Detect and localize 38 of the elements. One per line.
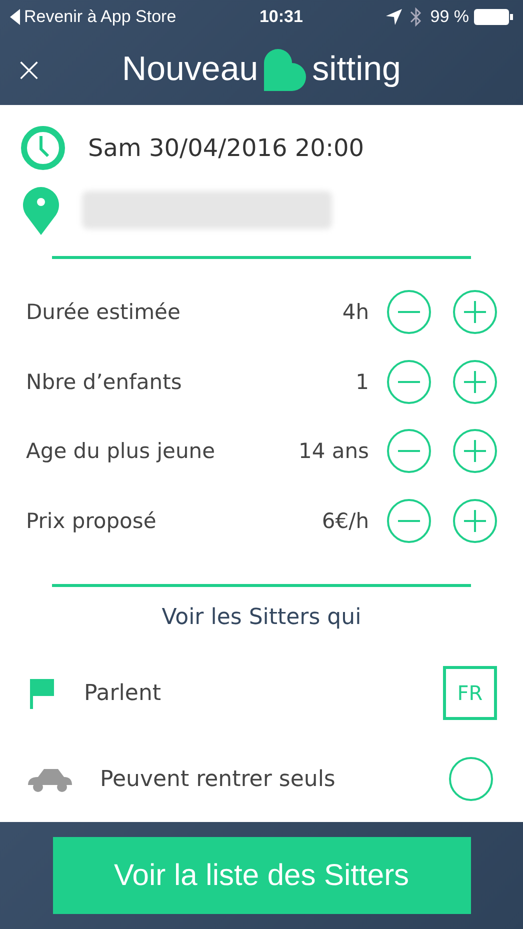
minus-button[interactable] (387, 360, 431, 404)
plus-icon (464, 370, 486, 393)
date-time-text[interactable]: Sam 30/04/2016 20:00 (88, 134, 364, 162)
clock-icon (20, 125, 66, 172)
back-to-app-store[interactable]: Revenir à App Store (24, 7, 176, 27)
battery-percent: 99 % (430, 7, 470, 27)
map-pin-icon (22, 184, 60, 235)
location-arrow-icon (386, 9, 402, 25)
field-label: Age du plus jeune (26, 439, 216, 464)
field-label: Nbre d’enfants (26, 370, 183, 394)
minus-button[interactable] (387, 498, 431, 543)
filter-label: Parlent (84, 680, 162, 706)
bluetooth-icon (410, 7, 422, 27)
plus-icon (464, 301, 486, 324)
title-text: Nouveau (122, 50, 258, 89)
filter-label: Peuvent rentrer seuls (100, 766, 336, 792)
clock-time: 10:31 (259, 7, 303, 27)
field-value: 14 ans (298, 439, 369, 464)
plus-button[interactable] (453, 290, 497, 334)
field-label: Durée estimée (26, 300, 182, 324)
plus-button[interactable] (453, 429, 497, 474)
field-value: 1 (356, 370, 369, 394)
plus-icon (464, 440, 486, 462)
close-button[interactable]: × (14, 50, 44, 90)
heart-logo-icon (264, 48, 306, 90)
plus-icon (464, 510, 486, 532)
plus-button[interactable] (453, 498, 497, 543)
minus-button[interactable] (387, 290, 431, 334)
field-label: Prix proposé (26, 508, 158, 533)
field-value: 4h (342, 300, 369, 324)
minus-button[interactable] (387, 429, 431, 474)
back-arrow-icon (10, 9, 20, 25)
field-value: 6€/h (322, 508, 369, 533)
toggle-circle[interactable] (449, 757, 493, 802)
battery-icon (473, 8, 514, 26)
plus-button[interactable] (453, 360, 497, 404)
title-text: sitting (312, 50, 401, 89)
section-title: Voir les Sitters qui (160, 605, 362, 630)
